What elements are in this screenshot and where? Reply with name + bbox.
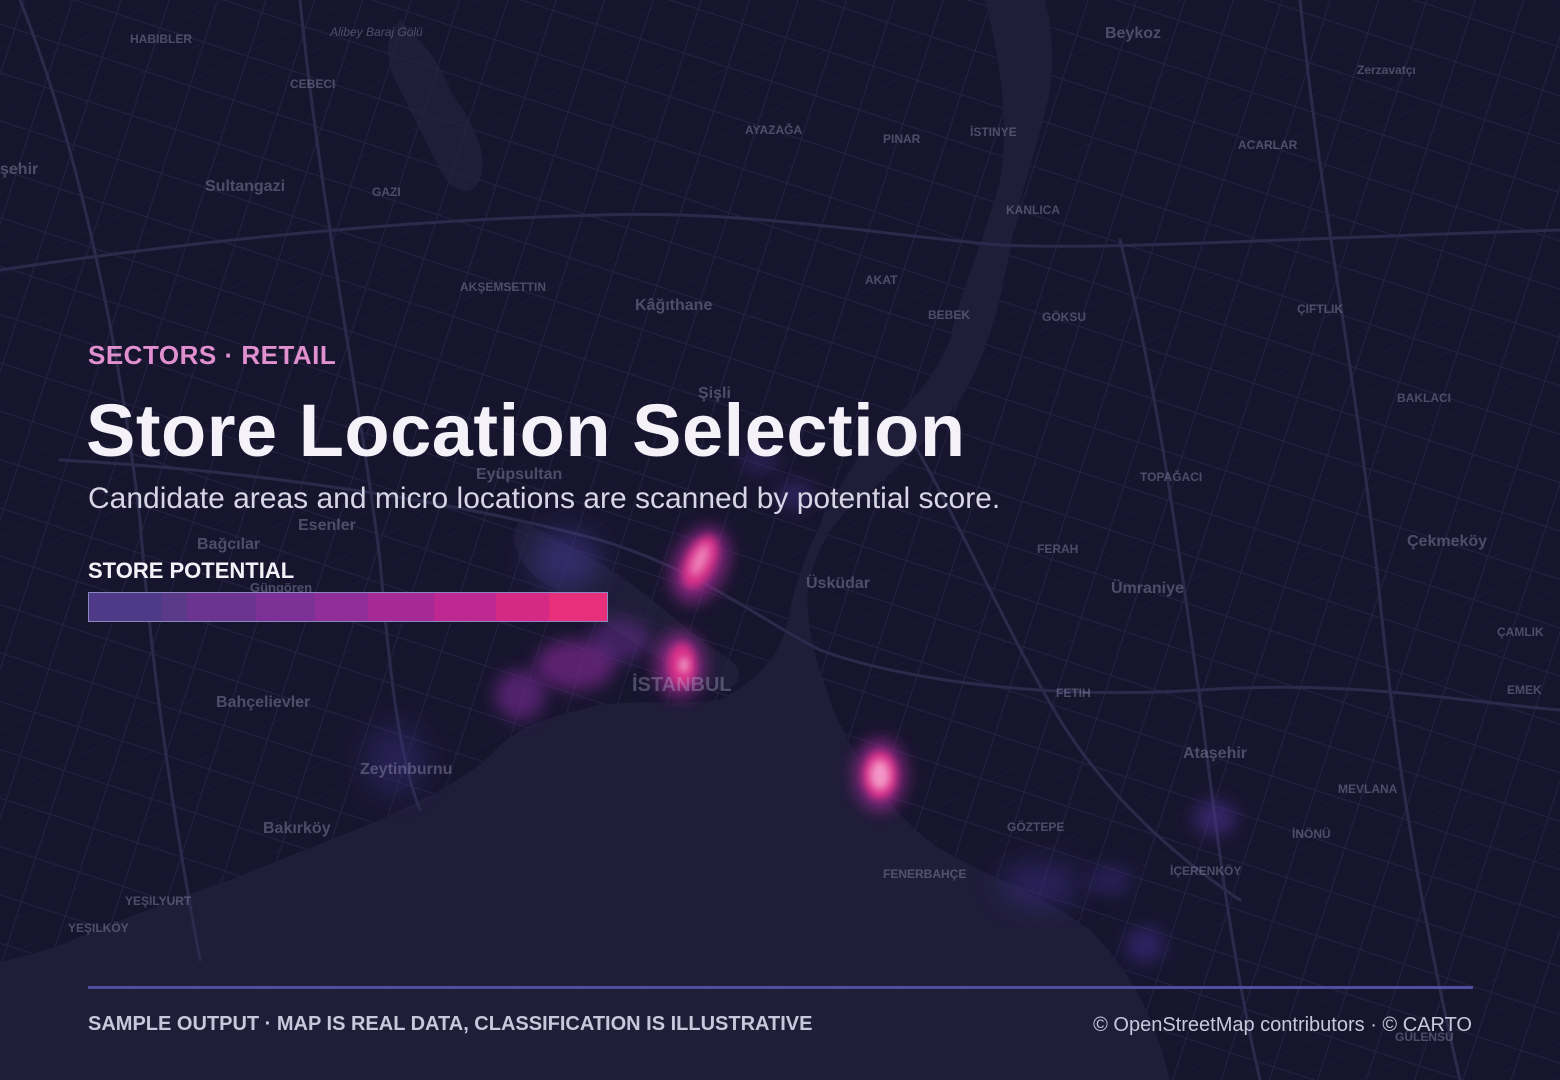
place-label: GÖKSU: [1042, 310, 1087, 324]
place-label: YEŞILYURT: [125, 894, 192, 908]
place-label: TOPAĞACI: [1140, 470, 1203, 484]
place-label: Ataşehir: [1183, 745, 1248, 762]
place-label: FERAH: [1037, 542, 1079, 556]
sector-eyebrow: SECTORS · RETAIL: [88, 340, 337, 370]
place-label: AKŞEMSETTIN: [460, 280, 547, 294]
place-label: GAZI: [372, 185, 401, 199]
place-label: Bağcılar: [197, 536, 261, 553]
hotspot-suadiye: [1000, 863, 1080, 907]
place-label: Esenler: [298, 517, 356, 534]
place-label: Üsküdar: [806, 575, 871, 592]
legend-swatch: [89, 593, 162, 621]
map-attribution[interactable]: © OpenStreetMap contributors · © CARTO: [1093, 1014, 1472, 1037]
place-label: ÇAMLIK: [1497, 625, 1544, 639]
legend-swatch: [255, 593, 316, 621]
place-label: CEBECI: [290, 77, 336, 91]
place-label: YEŞILKÖY: [68, 921, 129, 935]
place-label: Zerzavatçı: [1357, 63, 1416, 77]
place-label: İSTINYE: [970, 125, 1017, 139]
place-label: Sultangazi: [205, 178, 286, 195]
place-label: Zeytinburnu: [360, 761, 453, 778]
place-label: FENERBAHÇE: [883, 867, 967, 881]
legend-swatch: [433, 593, 496, 621]
place-label: Kâğıthane: [635, 297, 713, 314]
legend-swatch: [495, 593, 549, 621]
place-label: Ümraniye: [1111, 580, 1184, 597]
place-label: Alibey Baraj Gölü: [330, 25, 423, 39]
place-label: BAKLACI: [1397, 391, 1451, 405]
place-label: Beykoz: [1105, 25, 1162, 42]
legend-swatch: [187, 593, 256, 621]
place-label: EMEK: [1507, 683, 1542, 697]
place-label: BEBEK: [928, 308, 971, 322]
place-label: İÇERENKÖY: [1170, 864, 1242, 878]
place-label: şehir: [0, 161, 39, 178]
hotspot-bayrampasa: [530, 530, 600, 590]
hotspot-zeytinburnu: [365, 725, 425, 795]
hotspot-bostanci: [1125, 927, 1165, 963]
place-label: Çekmeköy: [1407, 533, 1488, 550]
hotspot-aksaray: [495, 670, 545, 720]
place-label: ACARLAR: [1238, 138, 1298, 152]
place-label: İNÖNÜ: [1292, 827, 1331, 841]
legend-swatch: [368, 593, 434, 621]
footer-divider: [88, 986, 1473, 989]
page-title: Store Location Selection: [86, 389, 966, 472]
legend-swatch: [315, 593, 369, 621]
place-label: MEVLANA: [1338, 782, 1398, 796]
legend-swatch: [161, 593, 188, 621]
place-label: AYAZAĞA: [745, 123, 803, 137]
hotspot-ciftlik: [1088, 864, 1132, 896]
place-label: PINAR: [883, 132, 921, 146]
hotspot-kozyatagi: [1193, 800, 1237, 836]
sample-output-note: SAMPLE OUTPUT · MAP IS REAL DATA, CLASSI…: [88, 1013, 813, 1035]
place-label: HABIBLER: [130, 32, 192, 46]
legend-color-ramp: [88, 592, 608, 622]
page-subtitle: Candidate areas and micro locations are …: [88, 482, 1001, 515]
place-label: GÖZTEPE: [1007, 820, 1065, 834]
legend-swatch: [548, 593, 607, 621]
place-label: AKAT: [865, 273, 898, 287]
place-label: ÇIFTLIK: [1297, 302, 1343, 316]
place-label: FETIH: [1056, 686, 1091, 700]
legend-title: STORE POTENTIAL: [88, 558, 295, 583]
place-label: KANLICA: [1006, 203, 1060, 217]
place-label: Bakırköy: [263, 820, 331, 837]
place-label: İSTANBUL: [632, 674, 732, 696]
place-label: Bahçelievler: [216, 694, 311, 711]
